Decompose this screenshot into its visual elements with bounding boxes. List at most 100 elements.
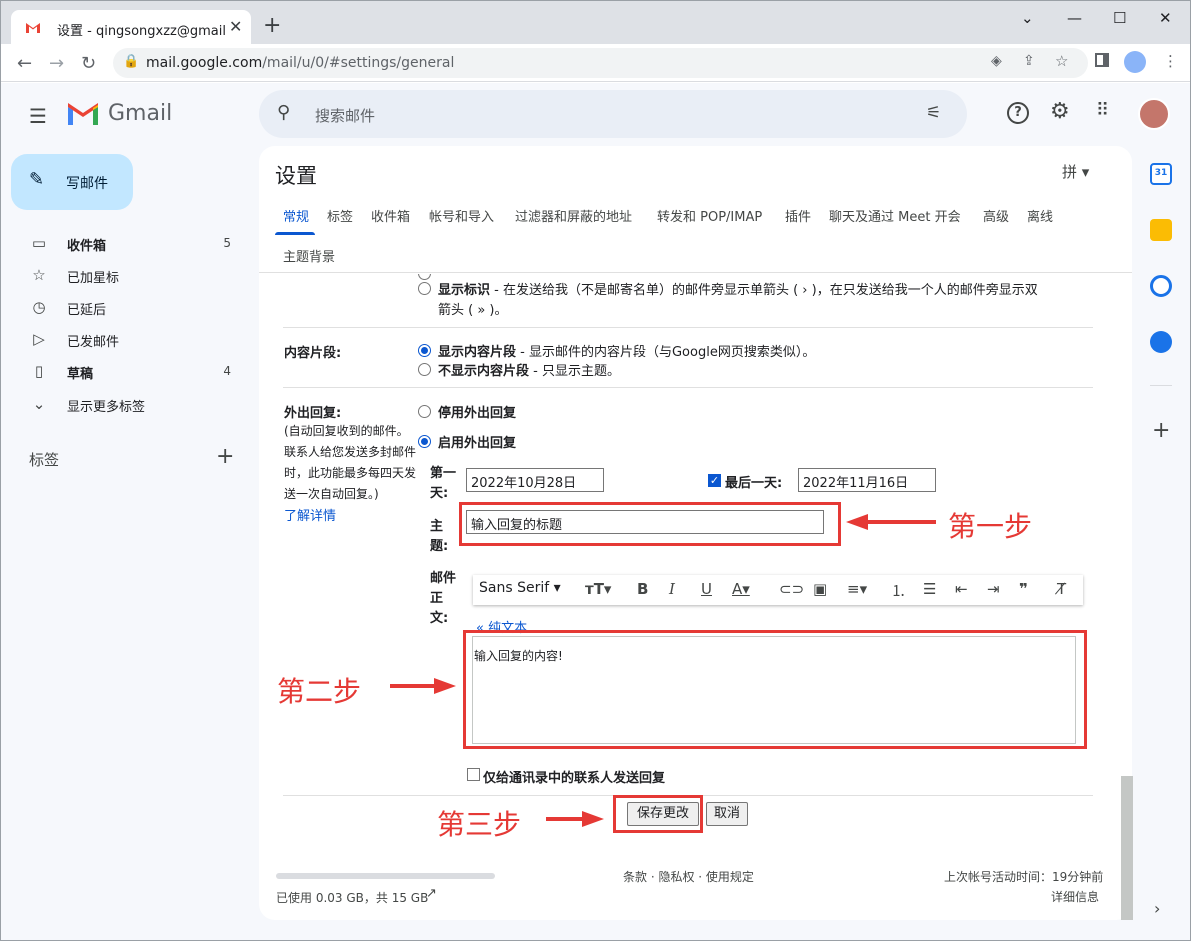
forward-icon[interactable]: →	[49, 53, 64, 74]
footer-links[interactable]: 条款 · 隐私权 · 使用规定	[623, 868, 754, 885]
minimize-icon[interactable]: —	[1067, 9, 1082, 27]
indicator-option-text: 显示标识 - 在发送给我（不是邮寄名单）的邮件旁显示单箭头 ( › )，在只发送…	[438, 283, 1038, 298]
sidebar-item-sent[interactable]: ▷ 已发邮件	[29, 330, 239, 362]
main-menu-icon[interactable]: ☰	[29, 104, 47, 128]
indicator-off-radio[interactable]	[418, 274, 431, 280]
bulleted-list-icon[interactable]: ☰	[923, 580, 936, 598]
contacts-only-checkbox[interactable]	[467, 768, 480, 781]
tab-title: 设置 - qingsongxzz@gmail.com	[57, 24, 227, 39]
tab-chat-meet[interactable]: 聊天及通过 Meet 开会	[829, 206, 961, 225]
rail-divider	[1150, 385, 1172, 386]
details-link[interactable]: 详细信息	[1051, 888, 1099, 905]
close-window-icon[interactable]: ✕	[1159, 9, 1172, 27]
sidebar-item-inbox[interactable]: ▭ 收件箱 5	[29, 234, 239, 266]
snippets-on-text: 显示内容片段 - 显示邮件的内容片段（与Google网页搜索类似）。	[438, 345, 816, 360]
search-options-icon[interactable]: ⚟	[926, 103, 941, 123]
sidebar-item-drafts[interactable]: ▯ 草稿 4	[29, 362, 239, 394]
quote-icon[interactable]: ❞	[1019, 580, 1028, 598]
indent-more-icon[interactable]: ⇥	[987, 580, 1000, 598]
add-label-icon[interactable]: +	[216, 444, 234, 469]
snippets-on-radio[interactable]	[418, 344, 431, 357]
open-external-icon[interactable]: ↗	[426, 886, 437, 901]
underline-icon[interactable]: U	[701, 580, 712, 598]
bookmark-star-icon[interactable]: ☆	[1055, 52, 1068, 70]
tab-filters[interactable]: 过滤器和屏蔽的地址	[515, 206, 632, 225]
snippets-off-radio[interactable]	[418, 363, 431, 376]
image-icon[interactable]: ▣	[813, 580, 827, 598]
labels-heading: 标签	[29, 451, 60, 469]
input-tools-button[interactable]: 拼 ▾	[1062, 161, 1089, 182]
tab-labels[interactable]: 标签	[327, 206, 353, 225]
settings-gear-icon[interactable]: ⚙	[1050, 99, 1070, 124]
first-day-input[interactable]: 2022年10月28日	[466, 468, 604, 492]
text-color-icon[interactable]: A▾	[732, 580, 750, 598]
last-day-checkbox[interactable]: ✓	[708, 474, 721, 487]
step3-arrow	[546, 817, 582, 821]
profile-avatar-icon[interactable]	[1124, 51, 1146, 73]
maximize-icon[interactable]: ☐	[1113, 9, 1126, 27]
learn-more-link[interactable]: 了解详情	[284, 505, 336, 524]
settings-scrollbar[interactable]	[1121, 776, 1133, 920]
get-addons-icon[interactable]: +	[1152, 418, 1170, 443]
step3-annotation: 第三步	[437, 808, 522, 841]
help-icon[interactable]: ?	[1007, 102, 1029, 124]
calendar-icon[interactable]: 31	[1150, 163, 1172, 185]
remove-format-icon[interactable]: T̸	[1057, 580, 1066, 598]
tab-themes[interactable]: 主题背景	[283, 246, 335, 265]
vacation-on-label: 启用外出回复	[438, 436, 517, 451]
vacation-off-radio[interactable]	[418, 405, 431, 418]
tasks-icon[interactable]	[1150, 275, 1172, 297]
eye-icon[interactable]: ◈	[991, 53, 1002, 69]
tab-accounts[interactable]: 帐号和导入	[429, 206, 494, 225]
tab-close-icon[interactable]: ✕	[229, 17, 242, 36]
show-side-panel-icon[interactable]: ›	[1154, 899, 1160, 918]
tab-offline[interactable]: 离线	[1027, 206, 1053, 225]
account-avatar[interactable]	[1138, 98, 1170, 130]
active-tab-indicator	[275, 232, 315, 235]
align-icon[interactable]: ≡▾	[847, 580, 867, 598]
compose-button[interactable]: ✎ 写邮件	[11, 154, 133, 210]
sidebar-item-starred[interactable]: ☆ 已加星标	[29, 266, 239, 298]
vacation-desc-3: 时，此功能最多每四天发	[284, 466, 417, 480]
sidebar-item-snoozed[interactable]: ◷ 已延后	[29, 298, 239, 330]
tab-advanced[interactable]: 高级	[983, 206, 1009, 225]
keep-icon[interactable]	[1150, 219, 1172, 241]
indent-less-icon[interactable]: ⇤	[955, 580, 968, 598]
back-icon[interactable]: ←	[17, 53, 32, 74]
indicator-on-radio[interactable]	[418, 282, 431, 295]
vacation-desc-2: 联系人给您发送多封邮件	[284, 445, 417, 459]
last-day-input[interactable]: 2022年11月16日	[798, 468, 936, 492]
numbered-list-icon[interactable]: ⒈	[891, 580, 906, 601]
subject-input[interactable]: 输入回复的标题	[466, 510, 824, 534]
font-select[interactable]: Sans Serif ▾	[479, 580, 561, 596]
tab-inbox[interactable]: 收件箱	[371, 206, 410, 225]
cancel-button[interactable]: 取消	[706, 802, 748, 826]
search-bar[interactable]: ⚲ 搜索邮件 ⚟	[259, 90, 967, 138]
vacation-on-radio[interactable]	[418, 435, 431, 448]
search-input[interactable]: 搜索邮件	[315, 105, 375, 126]
new-tab-icon[interactable]: +	[263, 15, 281, 37]
tab-forwarding[interactable]: 转发和 POP/IMAP	[657, 206, 762, 225]
snippets-label: 内容片段:	[284, 346, 342, 361]
font-size-icon[interactable]: тT▾	[585, 580, 611, 598]
omnibox[interactable]: 🔒 mail.google.com/mail/u/0/#settings/gen…	[113, 48, 1088, 78]
link-icon[interactable]: ⊂⊃	[779, 580, 804, 598]
apps-grid-icon[interactable]: ⠿	[1096, 100, 1109, 121]
contacts-icon[interactable]	[1150, 331, 1172, 353]
tab-general[interactable]: 常规	[283, 206, 309, 225]
bold-icon[interactable]: B	[637, 580, 648, 598]
reload-icon[interactable]: ↻	[81, 53, 96, 74]
browser-menu-icon[interactable]: ⋮	[1163, 52, 1178, 70]
sidebar-item-more[interactable]: ⌄ 显示更多标签	[29, 395, 239, 427]
tab-addons[interactable]: 插件	[785, 206, 811, 225]
share-icon[interactable]: ⇪	[1023, 53, 1035, 69]
search-icon[interactable]: ⚲	[277, 102, 290, 123]
tab-search-icon[interactable]: ⌄	[1021, 9, 1034, 27]
sidebar-item-label: 收件箱	[67, 239, 107, 254]
browser-tabbar: 设置 - qingsongxzz@gmail.com ✕ + ⌄ — ☐ ✕	[1, 1, 1190, 45]
browser-tab[interactable]: 设置 - qingsongxzz@gmail.com ✕	[11, 10, 251, 45]
body-editor[interactable]: 输入回复的内容!	[472, 636, 1076, 744]
side-panel-icon[interactable]	[1095, 53, 1109, 67]
save-changes-button[interactable]: 保存更改	[627, 802, 699, 826]
italic-icon[interactable]: I	[669, 580, 675, 598]
